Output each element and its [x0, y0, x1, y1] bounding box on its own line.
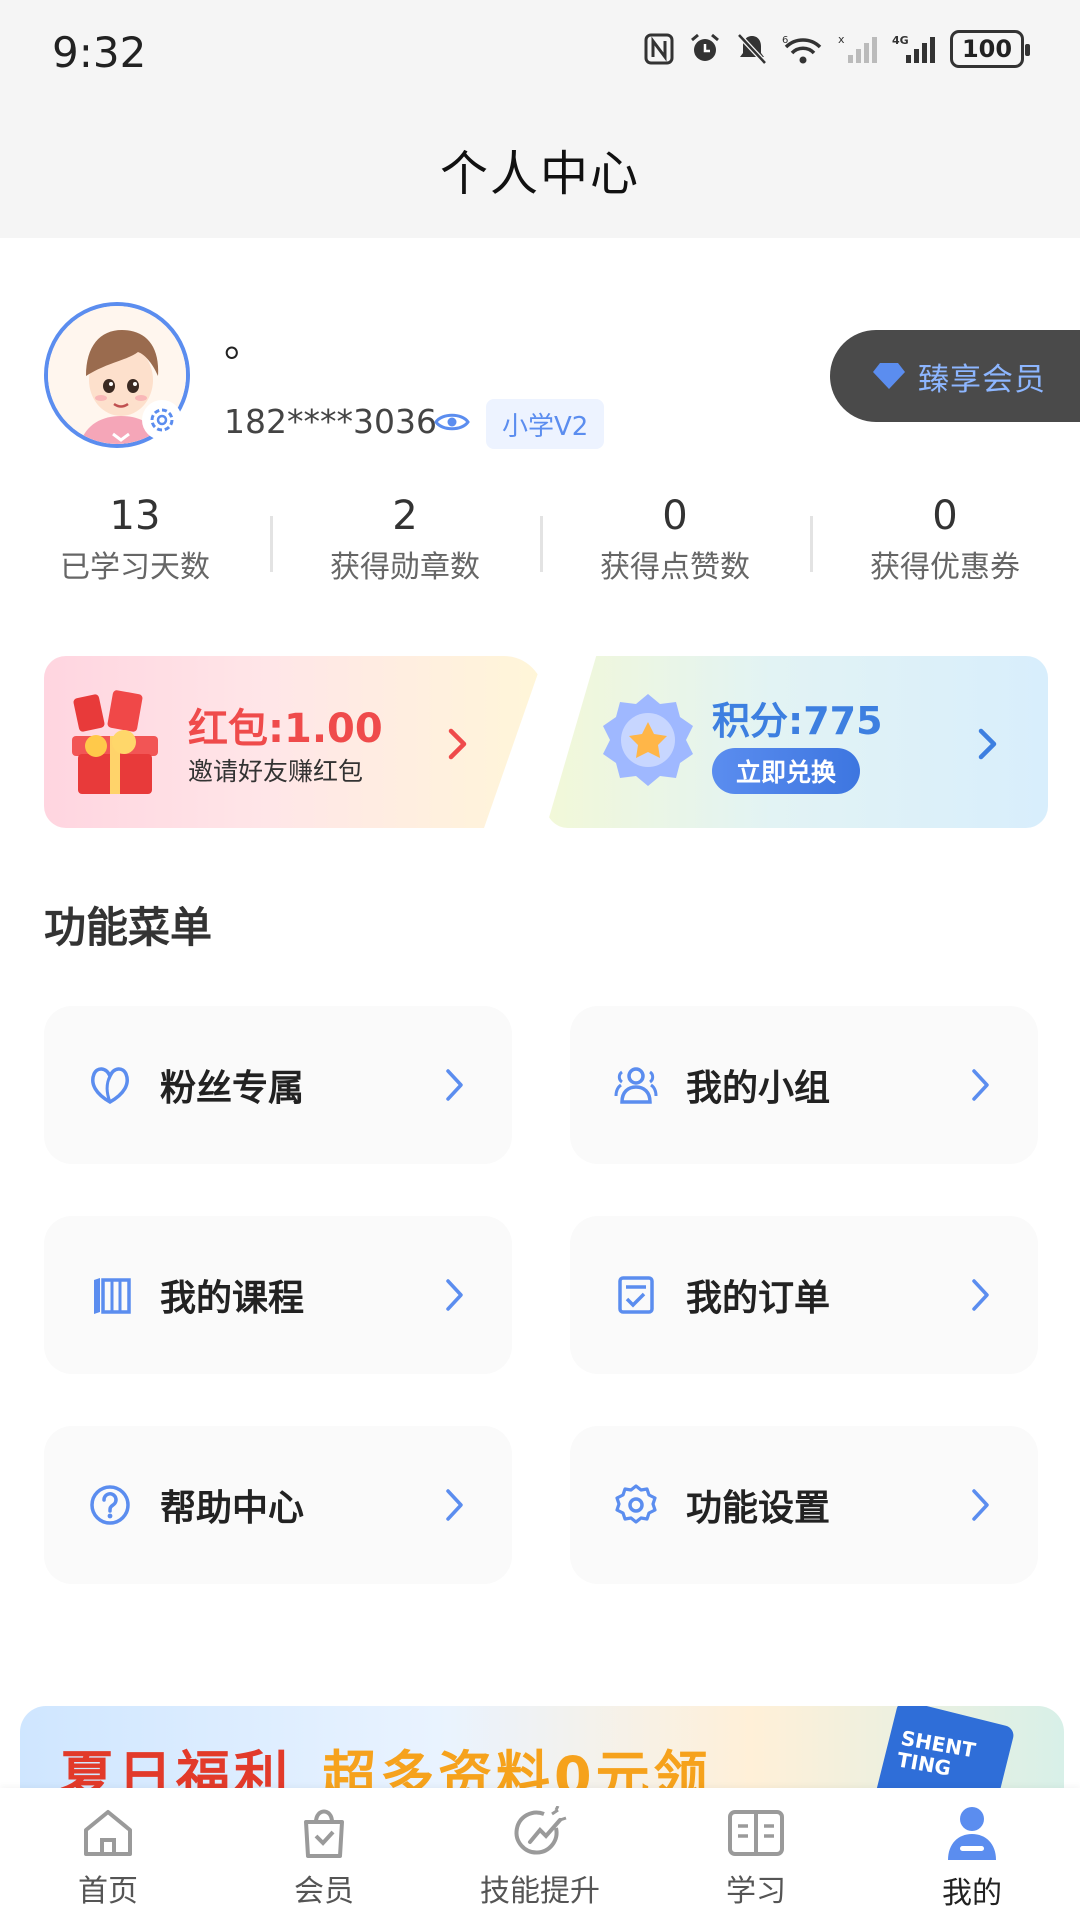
tab-label: 技能提升	[480, 1874, 600, 1909]
skill-icon	[514, 1806, 567, 1855]
menu-item-fans[interactable]: 粉丝专属	[44, 1006, 512, 1164]
menu-item-orders[interactable]: 我的订单	[570, 1216, 1038, 1374]
home-icon	[84, 1810, 132, 1856]
tab-label: 学习	[726, 1874, 786, 1909]
stat-label: 获得优惠券	[870, 550, 1020, 585]
chevron-right-icon	[446, 1069, 463, 1101]
stats-row: 13 已学习天数 2 获得勋章数 0 获得点赞数 0 获得优惠券	[0, 488, 1080, 598]
red-packet-subtitle: 邀请好友赚红包	[188, 757, 364, 786]
stat-study-days[interactable]: 13 已学习天数	[0, 488, 270, 598]
menu-item-courses[interactable]: 我的课程	[44, 1216, 512, 1374]
chevron-right-icon	[446, 726, 470, 766]
alarm-icon	[691, 33, 719, 61]
stat-value: 0	[932, 493, 958, 539]
status-bar: 9:32 6 x 4G 100	[0, 0, 1080, 100]
svg-text:x: x	[838, 33, 845, 46]
gift-box-icon	[62, 690, 172, 804]
book-icon	[728, 1810, 784, 1856]
bottom-tab-bar: 首页 会员 技能提升 学习 我的	[0, 1788, 1080, 1920]
course-icon	[86, 1271, 134, 1319]
stat-medals[interactable]: 2 获得勋章数	[270, 488, 540, 598]
stat-label: 获得点赞数	[600, 550, 750, 585]
tab-profile[interactable]: 我的	[864, 1788, 1080, 1920]
redeem-button[interactable]: 立即兑换	[712, 748, 860, 794]
menu-item-label: 功能设置	[686, 1488, 831, 1529]
menu-item-label: 我的订单	[686, 1278, 831, 1319]
tab-study[interactable]: 学习	[648, 1788, 864, 1920]
status-time: 9:32	[52, 28, 147, 77]
menu-item-label: 我的课程	[160, 1278, 305, 1319]
avatar-settings-icon[interactable]	[142, 400, 182, 440]
battery-icon: 100	[950, 30, 1030, 68]
menu-item-group[interactable]: 我的小组	[570, 1006, 1038, 1164]
status-icons: 6 x 4G 100	[644, 30, 1030, 68]
tab-label: 会员	[294, 1874, 354, 1909]
stat-label: 已学习天数	[60, 550, 210, 585]
menu-item-label: 粉丝专属	[160, 1068, 305, 1109]
stat-value: 0	[662, 493, 688, 539]
vip-label: 臻享会员	[918, 361, 1046, 398]
chevron-right-icon	[972, 1069, 989, 1101]
group-icon	[612, 1061, 660, 1109]
eye-icon[interactable]	[434, 408, 470, 440]
diamond-icon	[873, 363, 905, 389]
section-title: 功能菜单	[44, 903, 213, 952]
menu-item-label: 帮助中心	[160, 1488, 305, 1529]
stat-value: 13	[109, 493, 161, 539]
svg-text:4G: 4G	[892, 34, 909, 47]
tab-home[interactable]: 首页	[0, 1788, 216, 1920]
stat-likes[interactable]: 0 获得点赞数	[540, 488, 810, 598]
chevron-right-icon	[976, 726, 1000, 766]
chevron-right-icon	[972, 1489, 989, 1521]
mute-bell-icon	[737, 33, 767, 65]
tab-member[interactable]: 会员	[216, 1788, 432, 1920]
chevron-right-icon	[446, 1279, 463, 1311]
red-packet-amount: 红包:1.00	[188, 706, 383, 752]
wifi-icon: 6	[782, 35, 822, 64]
menu-item-settings[interactable]: 功能设置	[570, 1426, 1038, 1584]
nfc-icon	[644, 33, 674, 65]
page-title: 个人中心	[439, 146, 640, 202]
menu-item-label: 我的小组	[686, 1068, 831, 1109]
profile-icon	[948, 1807, 996, 1860]
signal-empty-icon: x	[838, 33, 877, 63]
stat-coupons[interactable]: 0 获得优惠券	[810, 488, 1080, 598]
vip-button[interactable]: 臻享会员	[830, 330, 1080, 422]
tab-label: 首页	[78, 1874, 138, 1909]
points-amount: 积分:775	[712, 699, 883, 743]
grade-badge: 小学V2	[486, 399, 605, 449]
chevron-right-icon	[972, 1279, 989, 1311]
tab-skills[interactable]: 技能提升	[432, 1788, 648, 1920]
help-icon	[86, 1481, 134, 1529]
tab-label: 我的	[942, 1876, 1002, 1911]
stat-label: 获得勋章数	[330, 550, 480, 585]
order-icon	[612, 1271, 660, 1319]
fans-icon	[86, 1061, 134, 1109]
nickname: 。	[224, 320, 264, 366]
chevron-right-icon	[446, 1489, 463, 1521]
member-bag-icon	[304, 1809, 344, 1858]
menu-item-help[interactable]: 帮助中心	[44, 1426, 512, 1584]
page-header: 个人中心	[0, 100, 1080, 238]
medal-star-icon	[600, 690, 696, 798]
phone-number: 182****3036	[224, 402, 437, 441]
signal-4g-icon: 4G	[892, 34, 935, 63]
settings-icon	[612, 1481, 660, 1529]
banner-book-text: SHENT TING	[895, 1725, 978, 1781]
stat-value: 2	[392, 493, 418, 539]
